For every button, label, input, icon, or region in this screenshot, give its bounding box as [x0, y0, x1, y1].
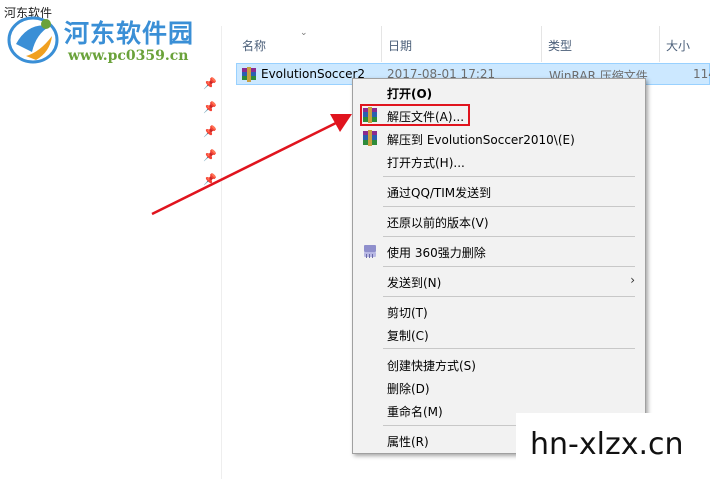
column-header-size[interactable]: 大小 — [660, 26, 710, 62]
menu-item-delete[interactable]: 删除(D) — [353, 376, 645, 398]
menu-item-extract-to[interactable]: 解压到 EvolutionSoccer2010\(E) — [353, 127, 645, 149]
menu-separator — [383, 236, 635, 237]
menu-item-label: 剪切(T) — [387, 306, 428, 320]
menu-item-label: 复制(C) — [387, 329, 429, 343]
pin-icon[interactable]: 📌 — [203, 174, 217, 186]
menu-item-copy[interactable]: 复制(C) — [353, 323, 645, 345]
menu-separator — [383, 176, 635, 177]
menu-item-360-delete[interactable]: 使用 360强力删除 — [353, 240, 645, 262]
watermark-url: www.pc0359.cn — [68, 48, 189, 64]
column-header-type[interactable]: 类型 — [542, 26, 660, 62]
brand-watermark: hn-xlzx.cn — [516, 413, 710, 479]
watermark-logo-icon — [7, 16, 59, 64]
column-header-label: 大小 — [666, 39, 691, 53]
navigation-pane: 📌 📌 📌 📌 📌 — [0, 26, 222, 479]
menu-item-label: 通过QQ/TIM发送到 — [387, 186, 492, 200]
pin-icon[interactable]: 📌 — [203, 102, 217, 114]
sort-chevron-icon: ⌄ — [300, 28, 308, 38]
annotation-highlight-box — [360, 104, 470, 126]
chevron-right-icon: › — [630, 273, 635, 287]
file-size: 114 — [693, 67, 710, 81]
menu-item-label: 解压到 EvolutionSoccer2010\(E) — [387, 133, 575, 147]
menu-item-label: 创建快捷方式(S) — [387, 359, 476, 373]
winrar-icon — [363, 130, 377, 146]
menu-separator — [383, 206, 635, 207]
pin-icon[interactable]: 📌 — [203, 78, 217, 90]
context-menu: 打开(O) 解压文件(A)... 解压到 EvolutionSoccer2010… — [352, 78, 646, 454]
pin-icon[interactable]: 📌 — [203, 150, 217, 162]
menu-item-open-with[interactable]: 打开方式(H)... — [353, 150, 645, 172]
menu-separator — [383, 296, 635, 297]
menu-separator — [383, 266, 635, 267]
menu-item-create-shortcut[interactable]: 创建快捷方式(S) — [353, 353, 645, 375]
menu-item-send-qq[interactable]: 通过QQ/TIM发送到 — [353, 180, 645, 202]
column-header-date[interactable]: 日期 — [382, 26, 542, 62]
watermark-site-name: 河东软件园 — [64, 19, 195, 48]
menu-item-label: 使用 360强力删除 — [387, 246, 486, 260]
site-watermark: 河东软件园 www.pc0359.cn — [6, 12, 216, 70]
brand-text: hn-xlzx.cn — [530, 427, 684, 462]
menu-item-cut[interactable]: 剪切(T) — [353, 300, 645, 322]
file-name: EvolutionSoccer2 — [261, 67, 366, 81]
column-header-label: 类型 — [548, 39, 573, 53]
menu-item-open[interactable]: 打开(O) — [353, 81, 645, 103]
menu-item-label: 打开(O) — [387, 87, 433, 101]
menu-item-label: 发送到(N) — [387, 276, 442, 290]
menu-separator — [383, 348, 635, 349]
menu-item-restore[interactable]: 还原以前的版本(V) — [353, 210, 645, 232]
column-header-label: 日期 — [388, 39, 413, 53]
menu-item-label: 打开方式(H)... — [387, 156, 465, 170]
menu-item-send-to[interactable]: 发送到(N) › — [353, 270, 645, 292]
menu-item-label: 属性(R) — [387, 435, 429, 449]
menu-item-label: 还原以前的版本(V) — [387, 216, 489, 230]
column-header-name[interactable]: 名称 — [236, 26, 382, 62]
column-header-label: 名称 — [242, 39, 267, 53]
menu-item-label: 删除(D) — [387, 382, 430, 396]
360-shred-icon — [364, 245, 376, 258]
winrar-archive-icon — [242, 67, 256, 82]
menu-item-label: 重命名(M) — [387, 405, 443, 419]
pin-icon[interactable]: 📌 — [203, 126, 217, 138]
